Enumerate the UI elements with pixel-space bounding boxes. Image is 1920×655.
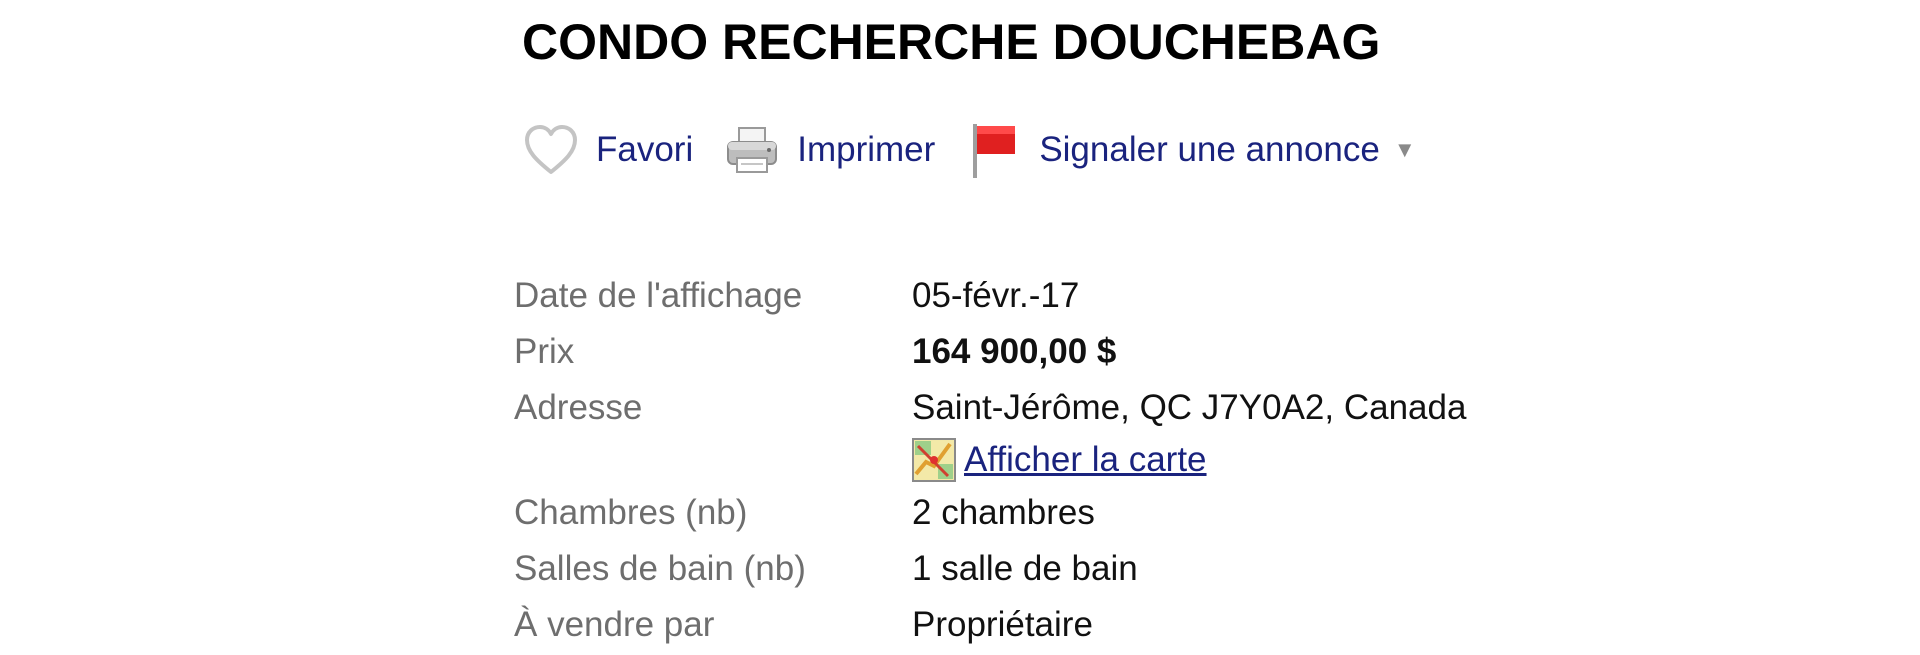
detail-value: Propriétaire xyxy=(912,605,1093,644)
chevron-down-icon[interactable]: ▼ xyxy=(1394,130,1416,170)
heart-outline-icon xyxy=(522,120,580,180)
price-value: 164 900,00 $ xyxy=(912,332,1117,371)
detail-label: Salles de bain (nb) xyxy=(514,549,806,588)
detail-row-date: Date de l'affichage 05-févr.-17 xyxy=(514,268,1466,324)
listing-title: CONDO RECHERCHE DOUCHEBAG xyxy=(522,14,1381,70)
listing-actions-bar: Favori Imprimer Signaler une annonce ▼ xyxy=(522,118,1446,182)
detail-row-price: Prix 164 900,00 $ xyxy=(514,324,1466,380)
listing-page: CONDO RECHERCHE DOUCHEBAG Favori Imprime… xyxy=(0,0,1920,655)
detail-label: Adresse xyxy=(514,388,643,427)
detail-label: Date de l'affichage xyxy=(514,276,803,315)
detail-label: Chambres (nb) xyxy=(514,493,748,532)
red-flag-icon xyxy=(965,120,1023,180)
detail-row-address: Adresse Saint-Jérôme, QC J7Y0A2, Canada xyxy=(514,380,1466,485)
report-listing-label: Signaler une annonce xyxy=(1039,130,1380,169)
map-icon xyxy=(912,438,956,482)
detail-row-seller: À vendre par Propriétaire xyxy=(514,597,1466,653)
show-map-link-text[interactable]: Afficher la carte xyxy=(964,438,1207,482)
favorite-label: Favori xyxy=(596,130,694,169)
favorite-button[interactable]: Favori xyxy=(522,120,693,180)
detail-value: 1 salle de bain xyxy=(912,549,1138,588)
show-map-link[interactable]: Afficher la carte xyxy=(912,436,1466,484)
detail-label: À vendre par xyxy=(514,605,715,644)
detail-row-bedrooms: Chambres (nb) 2 chambres xyxy=(514,485,1466,541)
printer-icon xyxy=(723,120,781,180)
detail-value: 05-févr.-17 xyxy=(912,276,1080,315)
detail-label: Prix xyxy=(514,332,575,371)
report-listing-button[interactable]: Signaler une annonce ▼ xyxy=(965,120,1416,180)
print-button[interactable]: Imprimer xyxy=(723,120,935,180)
detail-value: 2 chambres xyxy=(912,493,1095,532)
detail-row-bathrooms: Salles de bain (nb) 1 salle de bain xyxy=(514,541,1466,597)
print-label: Imprimer xyxy=(797,130,936,169)
address-value: Saint-Jérôme, QC J7Y0A2, Canada xyxy=(912,388,1467,427)
listing-details-table: Date de l'affichage 05-févr.-17 Prix 164… xyxy=(514,268,1466,653)
